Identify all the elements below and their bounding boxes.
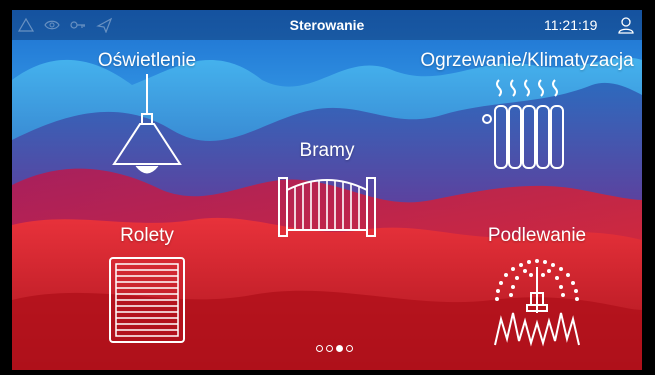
lamp-icon [112, 74, 182, 174]
page-dot[interactable] [316, 345, 323, 352]
tile-label: Ogrzewanie/Klimatyzacja [420, 50, 634, 71]
tile-gates[interactable]: Bramy [267, 140, 387, 238]
blinds-icon [109, 257, 185, 343]
device-frame: Sterowanie 11:21:19 Oświetlenie Ogrzewan… [0, 0, 655, 375]
clock: 11:21:19 [544, 17, 598, 33]
user-icon[interactable] [617, 16, 635, 34]
sprinkler-icon [494, 259, 580, 347]
page-dot[interactable] [346, 345, 353, 352]
tile-label: Bramy [299, 140, 355, 161]
tile-label: Podlewanie [487, 225, 587, 246]
tile-blinds[interactable]: Rolety [92, 225, 202, 345]
page-indicator [316, 345, 366, 355]
gate-icon [278, 177, 376, 237]
tile-label: Oświetlenie [97, 50, 197, 71]
tile-watering[interactable]: Podlewanie [467, 225, 607, 348]
tile-lighting[interactable]: Oświetlenie [82, 50, 212, 184]
radiator-icon [482, 79, 564, 169]
page-dot-active[interactable] [336, 345, 343, 352]
tile-label: Rolety [120, 225, 174, 246]
screen: Sterowanie 11:21:19 Oświetlenie Ogrzewan… [12, 10, 642, 370]
page-dot[interactable] [326, 345, 333, 352]
tile-heating[interactable]: Ogrzewanie/Klimatyzacja [412, 50, 642, 184]
